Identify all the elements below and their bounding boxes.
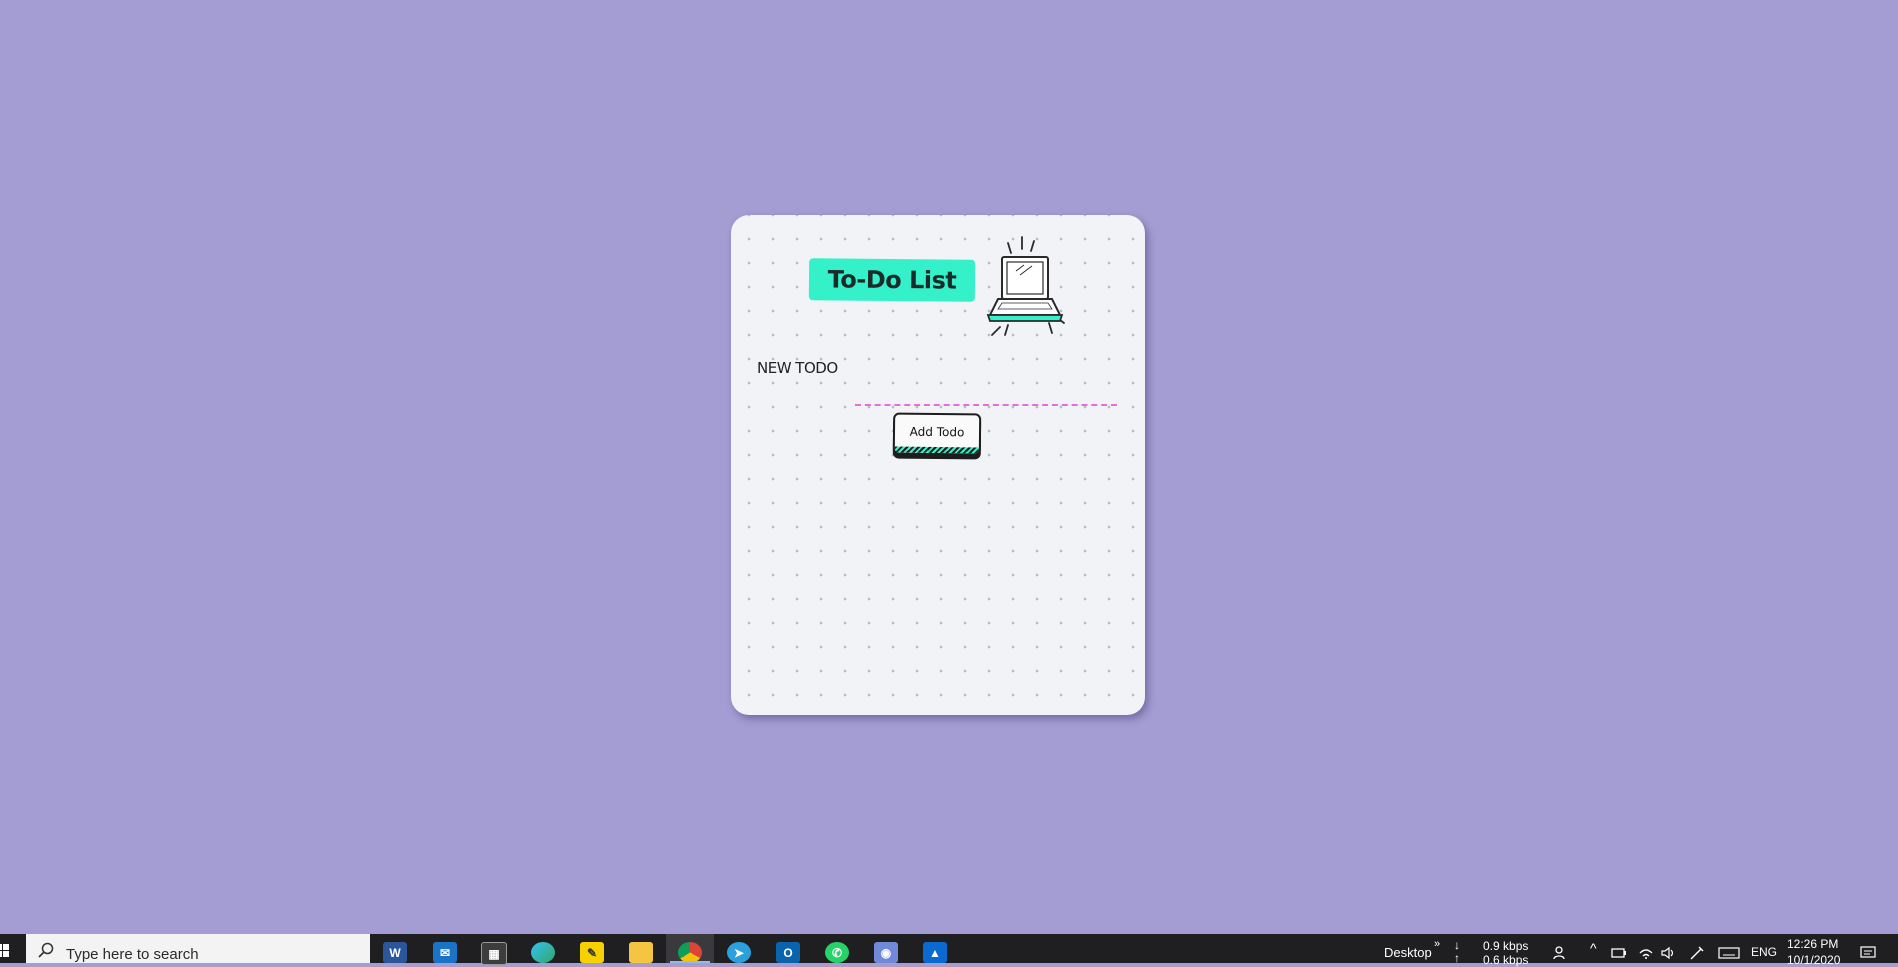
- clock-date[interactable]: 10/1/2020: [1787, 953, 1840, 967]
- button-stripes: [894, 446, 979, 454]
- net-up-speed: 0.6 kbps: [1483, 953, 1529, 967]
- battery-icon[interactable]: [1611, 946, 1627, 960]
- chrome-icon: [678, 942, 702, 963]
- taskbar-app-file-explorer[interactable]: [617, 934, 665, 963]
- add-todo-button-label: Add Todo: [909, 424, 965, 440]
- taskbar-app-sticky-notes[interactable]: ✎: [568, 934, 616, 963]
- pen-icon[interactable]: [1688, 946, 1704, 960]
- windows-logo-icon: [0, 944, 9, 957]
- page-title: To-Do List: [808, 258, 976, 302]
- telegram-icon: ➤: [727, 942, 751, 963]
- new-todo-input[interactable]: [855, 378, 1117, 406]
- sticky-notes-icon: ✎: [580, 942, 604, 963]
- whatsapp-icon: ✆: [825, 942, 849, 963]
- taskbar-app-edge[interactable]: [519, 934, 567, 963]
- chevron-up-icon[interactable]: ^: [1590, 940, 1597, 956]
- clock-time[interactable]: 12:26 PM: [1787, 937, 1838, 951]
- edge-icon: [531, 942, 555, 963]
- start-button[interactable]: [0, 934, 26, 963]
- language-indicator[interactable]: ENG: [1751, 945, 1777, 959]
- search-placeholder: Type here to search: [66, 946, 199, 963]
- search-icon: [38, 942, 54, 958]
- word-icon: W: [383, 942, 407, 963]
- new-todo-label: NEW TODO: [757, 359, 838, 377]
- mail-icon: ✉: [433, 942, 457, 963]
- taskbar-app-discord[interactable]: ◉: [862, 934, 910, 963]
- desktop-toolbar-label[interactable]: Desktop: [1384, 945, 1432, 960]
- todo-card: To-Do List NEW TODO Add Todo: [731, 215, 1145, 715]
- wifi-icon[interactable]: [1638, 946, 1654, 960]
- laptop-illustration-icon: [986, 236, 1065, 336]
- people-icon[interactable]: [1553, 946, 1569, 960]
- add-todo-button[interactable]: Add Todo: [892, 412, 982, 456]
- toolbar-expand-icon[interactable]: »: [1434, 938, 1440, 950]
- taskbar-app-whatsapp[interactable]: ✆: [813, 934, 861, 963]
- discord-icon: ◉: [874, 942, 898, 963]
- taskbar-search-box[interactable]: Type here to search: [26, 934, 370, 963]
- taskbar-app-outlook[interactable]: O: [764, 934, 812, 963]
- taskbar-app-photos[interactable]: ▲: [911, 934, 959, 963]
- outlook-icon: O: [776, 942, 800, 963]
- net-down-speed: 0.9 kbps: [1483, 939, 1529, 953]
- taskbar-app-chrome[interactable]: [666, 934, 714, 963]
- taskbar-app-store[interactable]: ▦: [470, 934, 518, 965]
- store-icon: ▦: [481, 942, 507, 965]
- taskbar-app-telegram[interactable]: ➤: [715, 934, 763, 963]
- download-arrow-icon: ↓: [1454, 938, 1460, 952]
- taskbar: Type here to search W ✉ ▦ ✎ ➤ O ✆ ◉ ▲ De…: [0, 934, 1898, 967]
- action-center-icon[interactable]: [1860, 946, 1876, 960]
- file-explorer-icon: [629, 942, 653, 963]
- photos-icon: ▲: [923, 942, 947, 963]
- taskbar-app-word[interactable]: W: [371, 934, 419, 963]
- taskbar-app-mail[interactable]: ✉: [421, 934, 469, 963]
- keyboard-icon[interactable]: [1718, 946, 1740, 960]
- volume-icon[interactable]: [1660, 946, 1676, 960]
